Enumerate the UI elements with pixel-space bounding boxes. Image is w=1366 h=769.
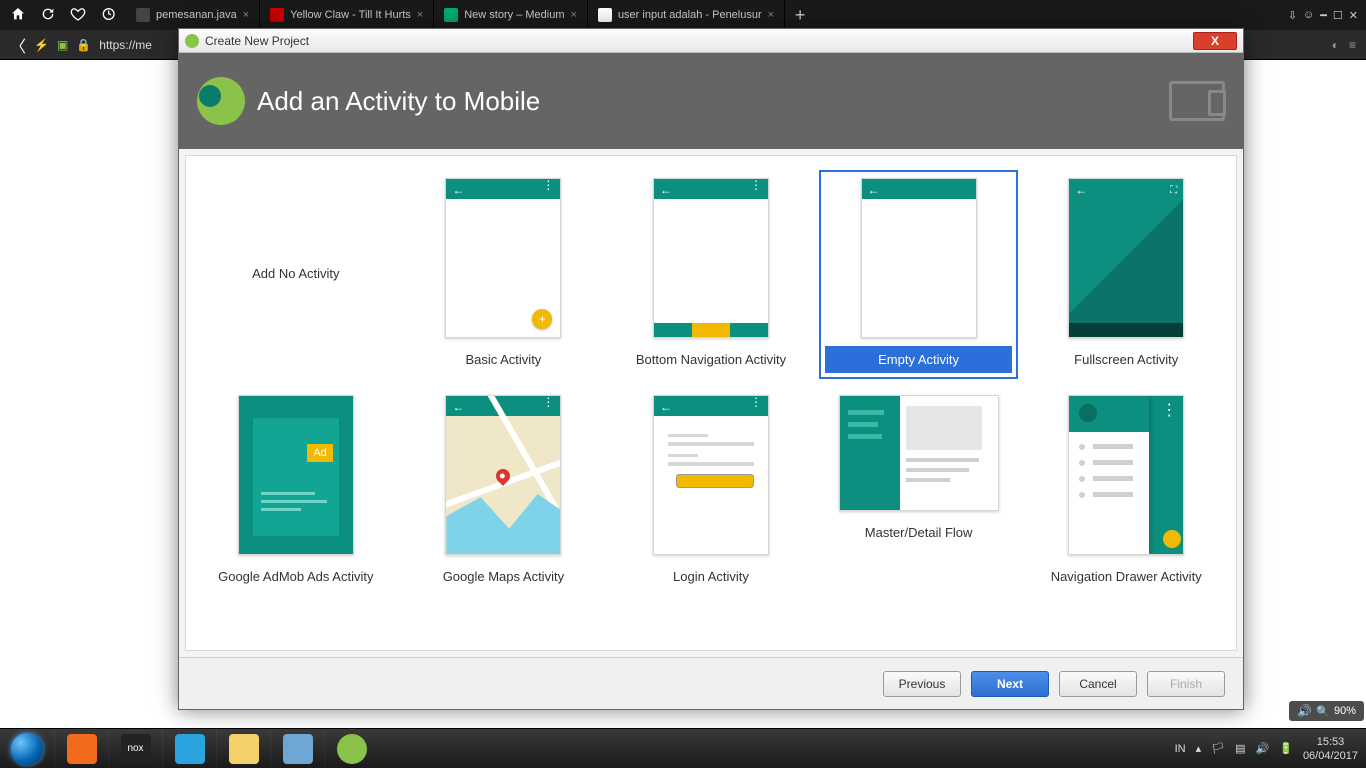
browser-tab[interactable]: Yellow Claw - Till It Hurts× (260, 0, 434, 30)
start-button[interactable] (0, 729, 54, 769)
template-login-activity[interactable]: ←⋮ Login Activity (611, 387, 811, 594)
close-icon[interactable]: × (571, 9, 577, 21)
cancel-button[interactable]: Cancel (1059, 671, 1137, 697)
template-thumb: ← (861, 178, 977, 338)
dialog-title: Create New Project (205, 34, 309, 48)
dialog-heading: Add an Activity to Mobile (257, 86, 540, 117)
template-gallery: Add No Activity ←⋮ Basic Activity ←⋮ Bot… (185, 155, 1237, 651)
template-label: Google Maps Activity (435, 565, 572, 588)
template-thumb (238, 178, 354, 338)
taskbar: nox IN ▴ 🏳 ▤ 🔊 🔋 15:53 06/04/2017 (0, 728, 1366, 768)
template-add-no-activity[interactable]: Add No Activity (196, 170, 396, 379)
template-label: Google AdMob Ads Activity (210, 565, 381, 588)
device-icon (1169, 81, 1225, 121)
template-fullscreen-activity[interactable]: ← ⛶ Fullscreen Activity (1026, 170, 1226, 379)
downloads-icon[interactable]: ⇩ (1288, 9, 1297, 22)
lock-icon: 🔒 (76, 38, 91, 52)
close-icon[interactable]: × (417, 9, 423, 21)
template-master-detail-flow[interactable]: Master/Detail Flow (819, 387, 1019, 594)
ad-badge: Ad (307, 444, 332, 462)
minimize-icon[interactable]: ━ (1320, 9, 1327, 22)
template-maps-activity[interactable]: ←⋮ Google Maps Activity (404, 387, 604, 594)
template-label: Bottom Navigation Activity (628, 348, 794, 371)
template-label: Basic Activity (457, 348, 549, 371)
home-icon[interactable] (10, 6, 26, 25)
zoom-overlay[interactable]: 🔊 🔍 90% (1289, 701, 1364, 721)
flag-icon[interactable]: 🏳 (1211, 742, 1225, 755)
dialog-titlebar[interactable]: Create New Project X (179, 29, 1243, 53)
taskbar-app[interactable] (270, 729, 324, 769)
chevron-up-icon[interactable]: ▴ (1196, 742, 1202, 755)
close-icon[interactable]: × (243, 9, 249, 21)
heart-icon[interactable] (70, 6, 86, 25)
input-language[interactable]: IN (1175, 743, 1186, 755)
template-admob-activity[interactable]: Ad Google AdMob Ads Activity (196, 387, 396, 594)
template-thumb (839, 395, 999, 511)
create-project-dialog: Create New Project X Add an Activity to … (178, 28, 1244, 710)
favicon-icon (444, 8, 458, 22)
taskbar-app[interactable] (162, 729, 216, 769)
maximize-icon[interactable]: ☐ (1333, 9, 1343, 22)
dialog-header: Add an Activity to Mobile (179, 53, 1243, 149)
taskbar-app[interactable]: nox (108, 729, 162, 769)
template-thumb: ← ⛶ (1068, 178, 1184, 338)
back-icon[interactable]: 〈 (10, 33, 26, 57)
browser-tab[interactable]: user input adalah - Penelusur× (588, 0, 785, 30)
template-label: Master/Detail Flow (857, 521, 981, 544)
template-thumb: ←⋮ (653, 395, 769, 555)
template-label: Add No Activity (244, 262, 347, 285)
taskbar-app[interactable] (216, 729, 270, 769)
browser-tab[interactable]: pemesanan.java× (126, 0, 260, 30)
template-thumb: ←⋮ (445, 178, 561, 338)
template-empty-activity[interactable]: ← Empty Activity (819, 170, 1019, 379)
template-label: Empty Activity (825, 346, 1013, 373)
template-basic-activity[interactable]: ←⋮ Basic Activity (404, 170, 604, 379)
browser-tabstrip: pemesanan.java× Yellow Claw - Till It Hu… (0, 0, 1366, 30)
template-bottom-navigation-activity[interactable]: ←⋮ Bottom Navigation Activity (611, 170, 811, 379)
template-label: Fullscreen Activity (1066, 348, 1186, 371)
volume-icon: 🔊 (1297, 704, 1312, 718)
clock[interactable]: 15:53 06/04/2017 (1303, 735, 1358, 763)
close-button[interactable]: X (1193, 32, 1237, 50)
close-icon[interactable]: × (768, 9, 774, 21)
template-label: Navigation Drawer Activity (1043, 565, 1210, 588)
finish-button: Finish (1147, 671, 1225, 697)
android-studio-logo-icon (197, 77, 245, 125)
next-button[interactable]: Next (971, 671, 1049, 697)
android-icon: ▣ (57, 38, 68, 52)
volume-icon[interactable]: 🔊 (1256, 742, 1270, 755)
dialog-footer: Previous Next Cancel Finish (179, 657, 1243, 709)
taskbar-app[interactable] (54, 729, 108, 769)
people-icon[interactable]: ☺ (1303, 9, 1314, 21)
favicon-icon (270, 8, 284, 22)
close-icon[interactable]: ✕ (1349, 9, 1358, 22)
template-navigation-drawer-activity[interactable]: ⋮ Navigation Drawer Activity (1026, 387, 1226, 594)
clock-date: 06/04/2017 (1303, 749, 1358, 763)
magnify-icon: 🔍 (1316, 705, 1330, 718)
favicon-icon (598, 8, 612, 22)
template-thumb: ←⋮ (653, 178, 769, 338)
android-studio-icon (185, 34, 199, 48)
template-thumb: ⋮ (1068, 395, 1184, 555)
template-thumb: Ad (238, 395, 354, 555)
zoom-value: 90% (1334, 705, 1356, 717)
windows-orb-icon (11, 733, 43, 765)
browser-tab[interactable]: New story – Medium× (434, 0, 588, 30)
new-tab-button[interactable]: + (785, 0, 815, 30)
template-label: Login Activity (665, 565, 757, 588)
reload-icon[interactable] (40, 6, 56, 25)
menu-icon[interactable]: ≡ (1349, 38, 1356, 52)
favicon-icon (136, 8, 150, 22)
network-icon[interactable]: ▤ (1235, 742, 1245, 755)
taskbar-app[interactable] (324, 729, 378, 769)
rocket-icon[interactable]: ⚡ (34, 38, 49, 52)
clock-time: 15:53 (1303, 735, 1358, 749)
battery-icon[interactable]: 🔋 (1279, 742, 1293, 755)
previous-button[interactable]: Previous (883, 671, 961, 697)
history-icon[interactable] (100, 6, 116, 25)
extension-icon[interactable]: ◐ (1332, 38, 1339, 52)
template-thumb: ←⋮ (445, 395, 561, 555)
system-tray[interactable]: IN ▴ 🏳 ▤ 🔊 🔋 15:53 06/04/2017 (1167, 735, 1366, 763)
url-text[interactable]: https://me (99, 38, 152, 52)
